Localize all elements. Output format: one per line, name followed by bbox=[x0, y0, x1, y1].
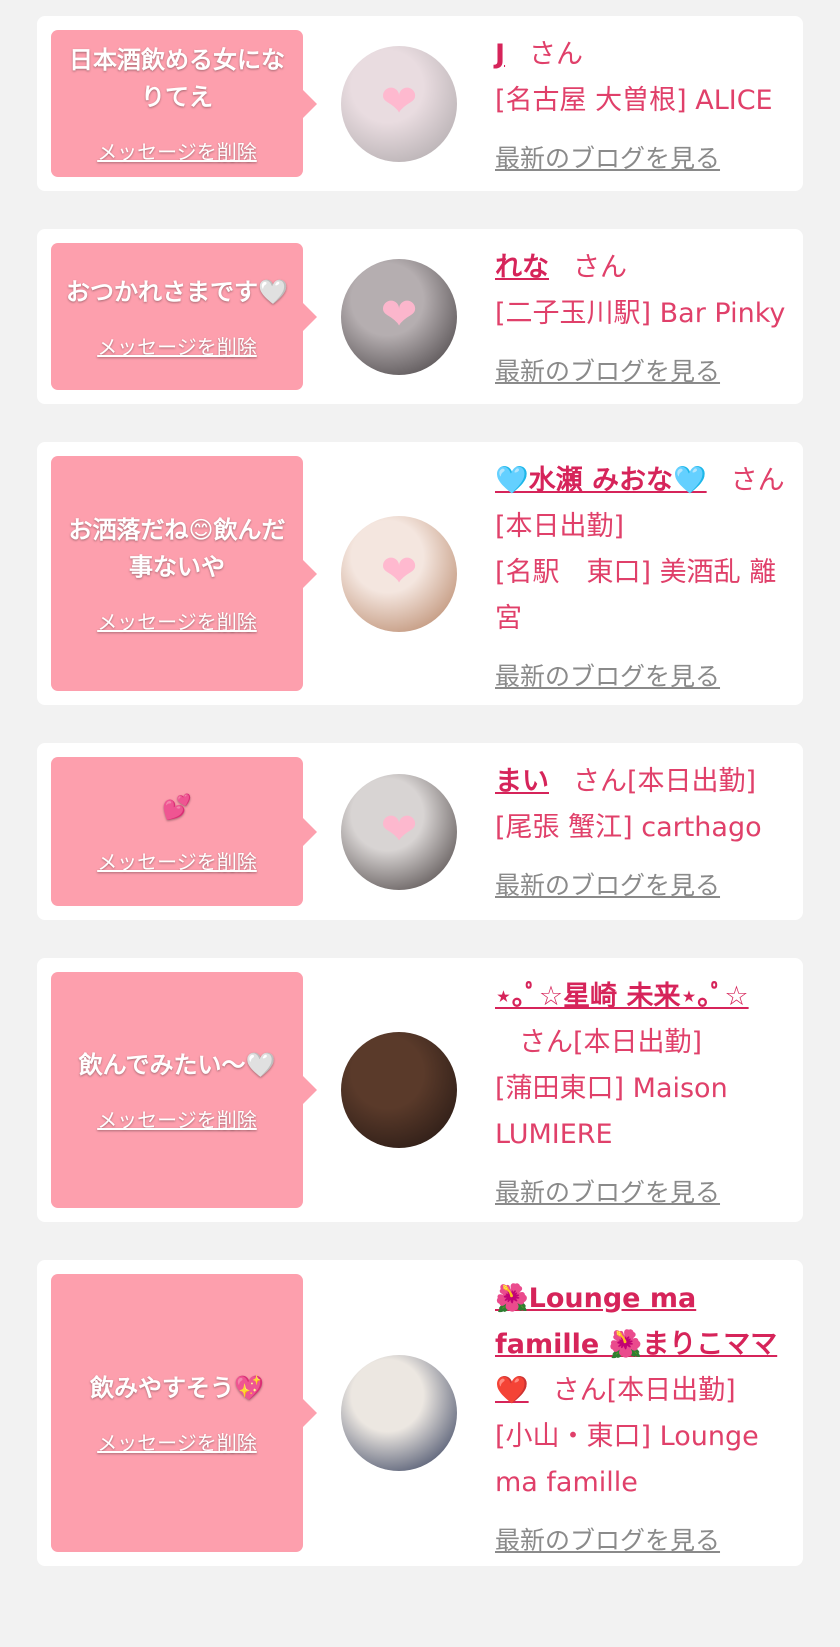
latest-blog-link[interactable]: 最新のブログを見る bbox=[495, 349, 720, 395]
pink-ribbon-heart-icon: ❤ bbox=[380, 75, 418, 127]
delete-message-link[interactable]: メッセージを削除 bbox=[97, 1427, 257, 1456]
message-text: お洒落だね😊飲んだ事ないや bbox=[68, 516, 286, 581]
message-bubble: 💕 メッセージを削除 bbox=[51, 757, 303, 906]
message-card: おつかれさまです🤍 メッセージを削除 ❤ れな さん [二子玉川駅] Bar Pi… bbox=[37, 229, 803, 404]
delete-message-link[interactable]: メッセージを削除 bbox=[97, 846, 257, 875]
delete-message-link[interactable]: メッセージを削除 bbox=[97, 606, 257, 635]
profile-info: J さん [名古屋 大曽根] ALICE 最新のブログを見る bbox=[495, 32, 791, 182]
message-card: 飲んでみたい〜🤍 メッセージを削除 ⋆｡ﾟ☆星崎 未来⋆｡ﾟ☆ さん[本日出勤] … bbox=[37, 958, 803, 1222]
message-text: 飲みやすそう💖 bbox=[90, 1374, 264, 1402]
message-bubble: 日本酒飲める女になりてえ メッセージを削除 bbox=[51, 30, 303, 177]
store-label: [名古屋 大曽根] ALICE bbox=[495, 85, 773, 116]
avatar[interactable]: ❤ bbox=[341, 515, 457, 632]
honorific-label: さん bbox=[529, 39, 584, 70]
message-text: 💕 bbox=[162, 792, 192, 821]
cast-name-link[interactable]: ⋆｡ﾟ☆星崎 未来⋆｡ﾟ☆ bbox=[495, 981, 749, 1012]
cast-name-link[interactable]: J bbox=[495, 39, 505, 70]
message-bubble: おつかれさまです🤍 メッセージを削除 bbox=[51, 243, 303, 390]
pink-heart-icon: ❤ bbox=[380, 803, 418, 855]
profile-info: ⋆｡ﾟ☆星崎 未来⋆｡ﾟ☆ さん[本日出勤] [蒲田東口] Maison LUMI… bbox=[495, 974, 791, 1216]
message-text: 日本酒飲める女になりてえ bbox=[69, 46, 285, 111]
message-text: 飲んでみたい〜🤍 bbox=[78, 1051, 276, 1079]
message-card: お洒落だね😊飲んだ事ないや メッセージを削除 ❤ 🩵水瀬 みおな🩵 さん[本日出勤… bbox=[37, 442, 803, 705]
message-card: 日本酒飲める女になりてえ メッセージを削除 ❤ J さん [名古屋 大曽根] AL… bbox=[37, 16, 803, 191]
honorific-label: さん[本日出勤] bbox=[573, 766, 757, 797]
store-label: [蒲田東口] Maison LUMIERE bbox=[495, 1073, 728, 1150]
avatar[interactable] bbox=[341, 1032, 457, 1148]
pink-heart-icon: ❤ bbox=[380, 288, 418, 340]
latest-blog-link[interactable]: 最新のブログを見る bbox=[495, 1518, 720, 1564]
profile-info: れな さん [二子玉川駅] Bar Pinky 最新のブログを見る bbox=[495, 245, 791, 395]
avatar[interactable]: ❤ bbox=[341, 45, 457, 162]
store-label: [小山・東口] Lounge ma famille bbox=[495, 1421, 759, 1498]
store-label: [二子玉川駅] Bar Pinky bbox=[495, 298, 786, 329]
avatar[interactable]: ❤ bbox=[341, 258, 457, 375]
delete-message-link[interactable]: メッセージを削除 bbox=[97, 331, 257, 360]
honorific-label: さん[本日出勤] bbox=[552, 1375, 736, 1406]
cast-name-link[interactable]: 🩵水瀬 みおな🩵 bbox=[495, 465, 707, 496]
delete-message-link[interactable]: メッセージを削除 bbox=[97, 136, 257, 165]
profile-info: 🌺Lounge ma famille 🌺まりこママ❤️ さん[本日出勤] [小山・… bbox=[495, 1276, 791, 1564]
honorific-label: さん bbox=[573, 252, 627, 283]
latest-blog-link[interactable]: 最新のブログを見る bbox=[495, 863, 720, 909]
message-text: おつかれさまです🤍 bbox=[66, 277, 288, 306]
cast-name-link[interactable]: れな bbox=[495, 252, 549, 283]
honorific-label: さん[本日出勤] bbox=[519, 1027, 703, 1058]
store-label: [名駅 東口] 美酒乱 離宮 bbox=[495, 557, 777, 634]
message-card: 💕 メッセージを削除 ❤ まい さん[本日出勤] [尾張 蟹江] carthago… bbox=[37, 743, 803, 920]
cast-name-link[interactable]: まい bbox=[495, 766, 549, 797]
latest-blog-link[interactable]: 最新のブログを見る bbox=[495, 136, 720, 182]
profile-info: まい さん[本日出勤] [尾張 蟹江] carthago 最新のブログを見る bbox=[495, 759, 791, 909]
avatar[interactable]: ❤ bbox=[341, 773, 457, 890]
store-label: [尾張 蟹江] carthago bbox=[495, 812, 762, 843]
message-card: 飲みやすそう💖 メッセージを削除 🌺Lounge ma famille 🌺まりこ… bbox=[37, 1260, 803, 1566]
pink-heart-icon: ❤ bbox=[380, 545, 418, 597]
profile-info: 🩵水瀬 みおな🩵 さん[本日出勤] [名駅 東口] 美酒乱 離宮 最新のブログを見… bbox=[495, 458, 791, 700]
delete-message-link[interactable]: メッセージを削除 bbox=[97, 1104, 257, 1133]
message-bubble: 飲んでみたい〜🤍 メッセージを削除 bbox=[51, 972, 303, 1208]
message-bubble: 飲みやすそう💖 メッセージを削除 bbox=[51, 1274, 303, 1552]
latest-blog-link[interactable]: 最新のブログを見る bbox=[495, 1170, 720, 1216]
message-list: 日本酒飲める女になりてえ メッセージを削除 ❤ J さん [名古屋 大曽根] AL… bbox=[0, 0, 840, 1566]
message-bubble: お洒落だね😊飲んだ事ないや メッセージを削除 bbox=[51, 456, 303, 691]
latest-blog-link[interactable]: 最新のブログを見る bbox=[495, 654, 720, 700]
avatar[interactable] bbox=[341, 1355, 457, 1471]
